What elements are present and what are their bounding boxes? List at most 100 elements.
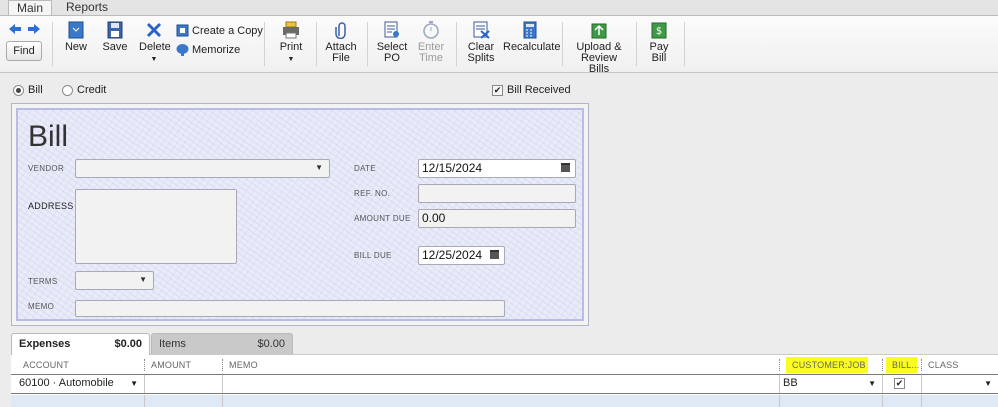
expenses-grid: ACCOUNT AMOUNT MEMO CUSTOMER:JOB BILL...… [11, 354, 998, 407]
delete-button[interactable]: Delete ▼ [139, 21, 171, 65]
column-header-amount[interactable]: AMOUNT [145, 357, 221, 373]
terms-dropdown[interactable]: ▼ [75, 271, 154, 290]
empty-table-row[interactable] [11, 395, 998, 407]
new-button[interactable]: New [64, 21, 88, 53]
select-po-button[interactable]: Select PO [376, 21, 408, 64]
amount-cell[interactable] [145, 375, 222, 393]
terms-label: TERMS [28, 277, 58, 286]
bill-radio[interactable]: Bill [13, 84, 43, 96]
clear-splits-icon [473, 21, 490, 39]
column-header-account[interactable]: ACCOUNT [17, 357, 143, 373]
customer-job-cell[interactable]: BB ▼ [779, 375, 882, 393]
toolbar-separator [264, 22, 265, 66]
address-field[interactable] [75, 189, 237, 264]
class-cell[interactable]: ▼ [921, 375, 998, 393]
table-row[interactable]: 60100 · Automobile ▼ BB ▼ ✔ ▼ [11, 374, 998, 394]
recalculate-button[interactable]: Recalculate [503, 21, 560, 53]
cell-divider [882, 395, 883, 407]
bill-due-field[interactable]: 12/25/2024 [418, 246, 505, 265]
bill-form-background: Bill VENDOR ▼ ADDRESS TERMS ▼ MEMO DATE … [16, 108, 584, 321]
chevron-down-icon: ▼ [315, 163, 323, 172]
billable-cell[interactable]: ✔ [882, 375, 921, 393]
new-document-icon [68, 21, 84, 39]
toolbar-separator [456, 22, 457, 66]
memorize-icon [176, 44, 189, 56]
calendar-icon[interactable] [490, 250, 499, 259]
chevron-down-icon: ▼ [150, 56, 158, 63]
toolbar-separator [562, 22, 563, 66]
chevron-down-icon: ▼ [130, 379, 138, 388]
calendar-icon[interactable] [561, 163, 570, 172]
bill-due-label: BILL DUE [354, 251, 392, 260]
copy-icon [176, 24, 189, 37]
bill-received-checkbox[interactable]: ✔ Bill Received [492, 84, 571, 96]
toolbar-separator [316, 22, 317, 66]
pay-bill-button[interactable]: $ Pay Bill [646, 21, 672, 64]
chevron-down-icon: ▼ [139, 275, 147, 284]
tab-expenses[interactable]: Expenses $0.00 [11, 333, 150, 355]
cell-divider [222, 395, 223, 407]
radio-empty-icon [62, 84, 73, 96]
date-label: DATE [354, 164, 376, 173]
enter-time-button[interactable]: Enter Time [416, 21, 446, 64]
page-title: Bill [28, 120, 69, 153]
menu-tab-bar: Main Reports [0, 0, 998, 15]
toolbar: Find New Save Delete ▼ Create a Copy Mem… [0, 15, 998, 75]
memorize-button[interactable]: Memorize [176, 43, 240, 56]
account-cell[interactable]: 60100 · Automobile ▼ [15, 375, 144, 393]
save-button[interactable]: Save [102, 21, 128, 53]
memo-field[interactable] [75, 300, 505, 317]
calculator-icon [523, 21, 537, 39]
upload-bills-icon [591, 23, 607, 39]
clear-splits-button[interactable]: Clear Splits [466, 21, 496, 64]
bill-form: Bill VENDOR ▼ ADDRESS TERMS ▼ MEMO DATE … [11, 103, 589, 326]
save-disk-icon [107, 21, 123, 39]
purchase-order-icon [384, 21, 399, 38]
memo-cell[interactable] [223, 375, 779, 393]
tab-items[interactable]: Items $0.00 [151, 333, 293, 354]
attach-file-button[interactable]: Attach File [324, 21, 358, 64]
address-label: ADDRESS [28, 201, 74, 211]
ref-no-field[interactable] [418, 184, 576, 203]
cell-divider [144, 395, 145, 407]
ref-no-label: REF. NO. [354, 189, 391, 198]
toolbar-separator [367, 22, 368, 66]
column-divider[interactable] [779, 359, 780, 371]
chevron-down-icon: ▼ [287, 56, 295, 63]
next-arrow-icon[interactable] [28, 24, 40, 34]
pay-bill-icon: $ [651, 22, 667, 39]
radio-selected-icon [13, 84, 24, 96]
checkmark-icon[interactable]: ✔ [894, 378, 905, 389]
tab-main[interactable]: Main [8, 0, 53, 15]
chevron-down-icon: ▼ [984, 379, 992, 388]
date-field[interactable]: 12/15/2024 [418, 159, 576, 178]
stopwatch-icon [423, 21, 439, 39]
upload-review-bills-button[interactable]: Upload & Review Bills [570, 21, 628, 75]
amount-due-field[interactable]: 0.00 [418, 209, 576, 228]
memo-label: MEMO [28, 302, 55, 311]
cell-divider [779, 395, 780, 407]
checkmark-icon: ✔ [492, 84, 503, 96]
paperclip-icon [335, 22, 346, 39]
toolbar-separator [684, 22, 685, 66]
amount-due-label: AMOUNT DUE [354, 214, 411, 223]
create-copy-button[interactable]: Create a Copy [176, 24, 263, 37]
chevron-down-icon: ▼ [868, 379, 876, 388]
vendor-label: VENDOR [28, 164, 65, 173]
svg-text:$: $ [656, 26, 662, 37]
print-button[interactable]: Print ▼ [278, 21, 304, 65]
previous-arrow-icon[interactable] [9, 24, 21, 34]
column-divider[interactable] [882, 359, 883, 371]
toolbar-separator [636, 22, 637, 66]
tab-reports[interactable]: Reports [58, 0, 116, 15]
column-header-memo[interactable]: MEMO [223, 357, 778, 373]
toolbar-separator [52, 22, 53, 66]
cell-divider [921, 395, 922, 407]
find-button[interactable]: Find [6, 41, 42, 61]
printer-icon [283, 21, 299, 39]
column-header-customer-job[interactable]: CUSTOMER:JOB [786, 357, 868, 373]
column-header-class[interactable]: CLASS [922, 357, 998, 373]
credit-radio[interactable]: Credit [62, 84, 106, 96]
column-header-billable[interactable]: BILL... [886, 357, 919, 373]
vendor-dropdown[interactable]: ▼ [75, 159, 330, 178]
